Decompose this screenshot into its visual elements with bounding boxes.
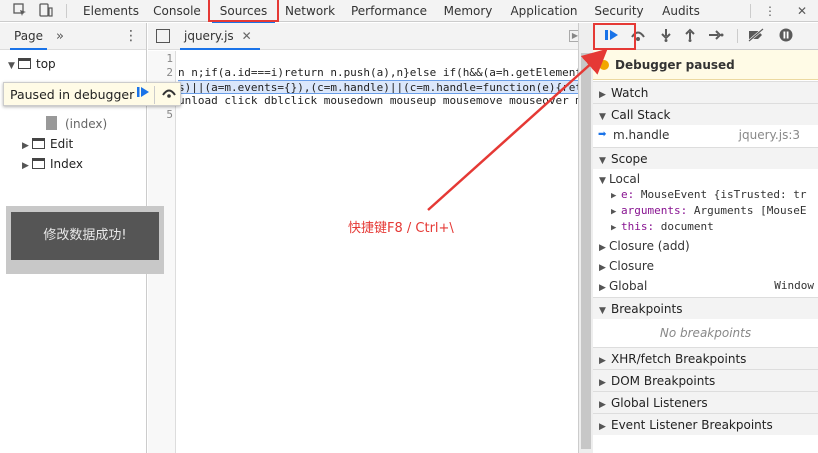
tree-item-index-frame[interactable]: ▶ Index <box>22 154 83 174</box>
collapsed-triangle-icon: ▶ <box>611 223 617 233</box>
tab-audits[interactable]: Audits <box>656 0 706 22</box>
divider <box>66 4 67 18</box>
expanded-triangle-icon: ▼ <box>599 112 606 122</box>
code-line[interactable] <box>178 108 578 122</box>
scrollbar-thumb[interactable] <box>581 53 591 449</box>
paused-label: Paused in debugger <box>10 87 135 102</box>
collapsed-triangle-icon: ▶ <box>611 191 617 201</box>
frame-icon <box>32 158 45 169</box>
line-number: 1 <box>166 52 173 65</box>
debugger-sidebar: Debugger paused ▶ Watch ▼ Call Stack ➡ m.h… <box>593 23 818 453</box>
navigator-menu-icon[interactable]: ⋮ <box>124 23 138 50</box>
call-frame[interactable]: ➡ m.handle jquery.js:3 <box>593 127 818 143</box>
sources-tab-highlight <box>208 0 279 22</box>
no-breakpoints-text: No breakpoints <box>659 326 752 340</box>
tab-memory[interactable]: Memory <box>438 0 498 22</box>
collapsed-triangle-icon: ▶ <box>599 283 606 293</box>
scope-closure-add[interactable]: ▶ Closure (add) <box>599 238 818 254</box>
resume-button-highlight <box>593 23 636 50</box>
step-into-icon[interactable] <box>657 28 675 46</box>
scope-var-this[interactable]: ▶ this: document <box>611 219 818 235</box>
tab-performance[interactable]: Performance <box>348 0 430 22</box>
tab-application[interactable]: Application <box>506 0 582 22</box>
tree-item-edit[interactable]: ▶ Edit <box>22 134 73 154</box>
section-breakpoints[interactable]: ▼ Breakpoints <box>593 297 818 319</box>
toast-message: 修改数据成功! <box>11 212 159 260</box>
file-tab-jquery[interactable]: jquery.js ✕ <box>180 23 260 50</box>
pause-on-exceptions-icon[interactable] <box>777 28 795 46</box>
collapsed-triangle-icon: ▶ <box>611 207 617 217</box>
divider <box>750 4 751 18</box>
editor-scrollbar[interactable] <box>578 23 593 453</box>
scope-global[interactable]: ▶ Global Window <box>599 278 818 294</box>
frame-icon <box>32 138 45 149</box>
section-dom-breakpoints[interactable]: ▶ DOM Breakpoints <box>593 369 818 391</box>
debugger-toolbar <box>593 23 818 50</box>
close-icon[interactable]: ✕ <box>794 3 810 19</box>
expanded-triangle-icon: ▼ <box>599 176 606 186</box>
scope-closure[interactable]: ▶ Closure <box>599 258 818 274</box>
editor-header: jquery.js ✕ ▶ <box>148 23 581 50</box>
divider <box>154 86 155 104</box>
section-call-stack[interactable]: ▼ Call Stack <box>593 103 818 125</box>
section-global-listeners[interactable]: ▶ Global Listeners <box>593 391 818 413</box>
step-out-icon[interactable] <box>681 28 699 46</box>
expanded-triangle-icon: ▼ <box>599 156 606 166</box>
scope-local[interactable]: ▼ Local <box>599 171 818 187</box>
more-tabs-icon[interactable]: » <box>56 23 64 50</box>
inspect-element-icon[interactable] <box>12 3 28 19</box>
step-icon[interactable] <box>707 28 725 46</box>
current-frame-arrow-icon: ➡ <box>598 129 607 140</box>
line-number: 2 <box>166 66 173 79</box>
code-editor: jquery.js✕ ▶ 1 2 3 4 5 n n;if(a.id===i)r… <box>148 23 581 453</box>
navigator-header: Page » ⋮ <box>0 23 146 50</box>
file-icon <box>46 116 57 130</box>
toast-backdrop: 修改数据成功! <box>6 206 164 274</box>
collapsed-triangle-icon: ▶ <box>22 161 29 171</box>
paused-in-debugger-overlay: Paused in debugger <box>3 82 181 106</box>
collapsed-triangle-icon: ▶ <box>599 422 606 432</box>
expanded-triangle-icon: ▼ <box>599 306 606 316</box>
scope-var-arguments[interactable]: ▶ arguments: Arguments [MouseE <box>611 203 818 219</box>
tree-item-top[interactable]: ▼ top <box>8 54 56 74</box>
frame-icon <box>18 58 31 69</box>
overlay-step-over-icon[interactable] <box>160 86 178 104</box>
collapsed-triangle-icon: ▶ <box>22 141 29 151</box>
scope-var-e[interactable]: ▶ e: MouseEvent {isTrusted: tr <box>611 187 818 203</box>
code-line-current[interactable]: s)||(a=m.events={}),(c=m.handle)||(c=m.h… <box>178 80 578 94</box>
tab-console[interactable]: Console <box>148 0 206 22</box>
overlay-resume-icon[interactable] <box>134 86 152 104</box>
close-tab-icon[interactable]: ✕ <box>242 29 252 43</box>
more-options-icon[interactable]: ⋮ <box>762 3 778 19</box>
collapsed-triangle-icon: ▶ <box>599 243 606 253</box>
devtools-tab-bar: Elements Console Sources Network Perform… <box>0 0 818 23</box>
section-xhr-breakpoints[interactable]: ▶ XHR/fetch Breakpoints <box>593 347 818 369</box>
tree-item-index[interactable]: (index) <box>46 114 107 134</box>
collapsed-triangle-icon: ▶ <box>599 263 606 273</box>
line-number: 5 <box>166 108 173 121</box>
deactivate-breakpoints-icon[interactable] <box>747 28 765 46</box>
tab-security[interactable]: Security <box>590 0 648 22</box>
code-line[interactable]: n n;if(a.id===i)return n.push(a),n}else … <box>178 66 578 80</box>
divider <box>737 29 738 43</box>
expanded-triangle-icon: ▼ <box>8 61 15 71</box>
shortcut-annotation: 快捷键F8 / Ctrl+\ <box>348 221 454 236</box>
code-line[interactable]: unload click dblclick mousedown mouseup … <box>178 94 578 108</box>
section-watch[interactable]: ▶ Watch <box>593 81 818 103</box>
tab-page[interactable]: Page <box>9 23 48 50</box>
device-toolbar-icon[interactable] <box>38 3 54 19</box>
debugger-paused-banner: Debugger paused <box>593 50 818 80</box>
warning-icon <box>599 60 609 70</box>
code-line[interactable] <box>178 52 578 66</box>
tab-elements[interactable]: Elements <box>80 0 142 22</box>
section-scope[interactable]: ▼ Scope <box>593 147 818 169</box>
tab-network[interactable]: Network <box>280 0 340 22</box>
toggle-navigator-icon[interactable] <box>156 29 170 43</box>
section-event-listener-breakpoints[interactable]: ▶ Event Listener Breakpoints <box>593 413 818 435</box>
